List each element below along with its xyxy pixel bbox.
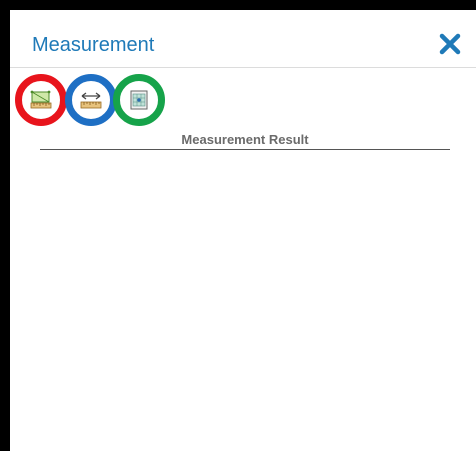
close-icon[interactable]: [438, 32, 462, 56]
distance-measure-icon: [80, 92, 102, 109]
measurement-result-label: Measurement Result: [181, 132, 309, 147]
panel-header: Measurement: [10, 10, 476, 68]
measurement-toolbar: [15, 74, 175, 126]
area-measure-icon: [30, 90, 52, 109]
distance-measure-button[interactable]: [65, 74, 117, 126]
location-measure-button[interactable]: [113, 74, 165, 126]
area-measure-button[interactable]: [15, 74, 67, 126]
location-measure-icon: [130, 90, 148, 110]
result-divider: [40, 149, 450, 150]
measurement-panel: Measurement Measurement Result: [0, 0, 476, 451]
panel-title: Measurement: [32, 34, 155, 56]
